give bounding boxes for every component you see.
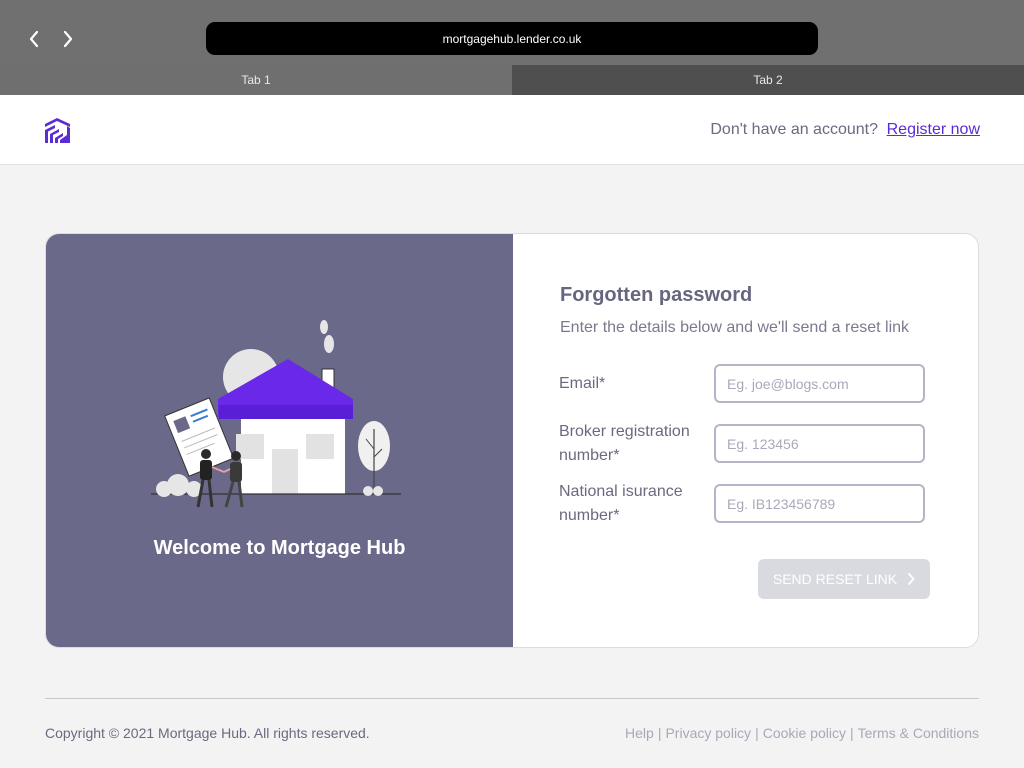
house-illustration <box>151 320 401 508</box>
chevron-left-icon <box>29 30 39 48</box>
broker-registration-label: Broker registration number* <box>559 423 690 464</box>
site-header: Don't have an account? Register now <box>0 95 1024 165</box>
national-insurance-label: National isurance number* <box>559 483 683 524</box>
terms-conditions-link[interactable]: Terms & Conditions <box>858 725 979 741</box>
tab-1[interactable]: Tab 1 <box>0 65 512 95</box>
tab-2[interactable]: Tab 2 <box>512 65 1024 95</box>
welcome-title: Welcome to Mortgage Hub <box>153 537 406 559</box>
copyright-text: Copyright © 2021 Mortgage Hub. All right… <box>45 725 370 741</box>
national-insurance-field[interactable] <box>714 484 925 523</box>
url-bar[interactable]: mortgagehub.lender.co.uk <box>206 22 818 55</box>
forward-button[interactable] <box>58 28 78 50</box>
register-now-link[interactable]: Register now <box>887 121 980 139</box>
back-button[interactable] <box>24 28 44 50</box>
chevron-right-icon <box>908 573 915 585</box>
broker-registration-field[interactable] <box>714 424 925 463</box>
footer-separator: | <box>755 725 759 741</box>
chevron-right-icon <box>63 30 73 48</box>
send-reset-link-label: SEND RESET LINK <box>772 571 898 587</box>
login-card: Welcome to Mortgage Hub Forgotten passwo… <box>45 233 979 648</box>
form-title: Forgotten password <box>560 284 753 306</box>
email-label: Email* <box>559 375 606 392</box>
footer-divider <box>45 698 979 699</box>
privacy-policy-link[interactable]: Privacy policy <box>665 725 751 741</box>
email-field[interactable] <box>714 364 925 403</box>
browser-chrome: mortgagehub.lender.co.uk Tab 1 Tab 2 <box>0 0 1024 95</box>
footer-separator: | <box>657 725 662 741</box>
no-account-text: Don't have an account? <box>710 121 878 138</box>
cookie-policy-link[interactable]: Cookie policy <box>763 725 846 741</box>
welcome-panel: Welcome to Mortgage Hub <box>46 234 513 647</box>
footer-separator: | <box>849 725 854 741</box>
mortgage-hub-logo[interactable] <box>45 118 70 143</box>
help-link[interactable]: Help <box>625 725 654 741</box>
footer-links: Help | Privacy policy | Cookie policy | … <box>625 725 979 741</box>
send-reset-link-button[interactable]: SEND RESET LINK <box>758 559 930 599</box>
form-subtitle: Enter the details below and we'll send a… <box>560 319 910 336</box>
